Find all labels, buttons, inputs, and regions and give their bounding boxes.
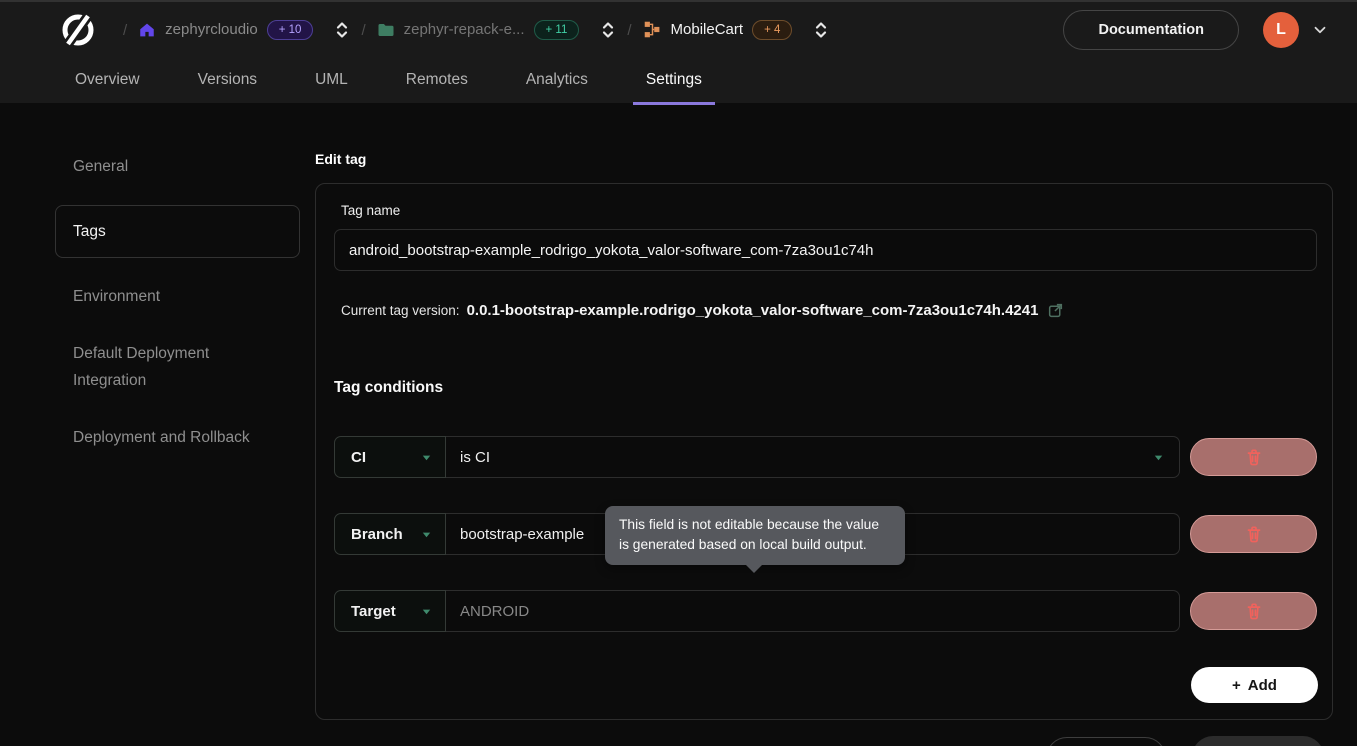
chevron-down-icon [420, 528, 433, 541]
top-bar: / zephyrcloudio + 10 / zephyr-repack-e..… [0, 2, 1357, 58]
sidebar-item-deployment-and-rollback[interactable]: Deployment and Rollback [55, 411, 300, 464]
folder-icon [377, 21, 395, 39]
condition-row: Target ANDROID [334, 590, 1317, 632]
app-tabs: Overview Versions UML Remotes Analytics … [0, 58, 1357, 105]
org-selector-chevrons-icon[interactable] [334, 20, 350, 40]
delete-condition-button[interactable] [1190, 515, 1317, 553]
trash-icon [1244, 524, 1264, 544]
tab-settings[interactable]: Settings [633, 58, 715, 105]
org-count-badge: + 10 [267, 20, 314, 41]
chevron-down-icon [420, 605, 433, 618]
condition-value-select[interactable]: is CI [446, 436, 1180, 478]
breadcrumb-separator: / [627, 22, 631, 39]
plus-icon: + [1232, 677, 1241, 694]
sidebar-item-environment[interactable]: Environment [55, 270, 300, 323]
add-condition-button[interactable]: + Add [1191, 667, 1318, 703]
breadcrumb-project[interactable]: zephyr-repack-e... + 11 [377, 20, 617, 41]
sidebar-item-general[interactable]: General [55, 140, 300, 193]
condition-type-select[interactable]: Branch [334, 513, 446, 555]
condition-value-field-disabled: ANDROID [446, 590, 1180, 632]
sitemap-icon [643, 20, 662, 39]
breadcrumb-org[interactable]: zephyrcloudio + 10 [138, 20, 350, 41]
documentation-button[interactable]: Documentation [1063, 10, 1239, 50]
tooltip-text: This field is not editable because the v… [619, 517, 879, 552]
condition-value-text: bootstrap-example [460, 526, 584, 543]
add-button-label: Add [1248, 677, 1277, 694]
current-tag-version-line: Current tag version: 0.0.1-bootstrap-exa… [341, 302, 1064, 319]
edit-tag-heading: Edit tag [315, 151, 366, 167]
field-not-editable-tooltip: This field is not editable because the v… [605, 506, 905, 565]
application-count-badge: + 4 [752, 20, 792, 41]
condition-value-text: ANDROID [460, 603, 529, 620]
trash-icon [1244, 447, 1264, 467]
condition-type-label: CI [351, 449, 366, 466]
tooltip-arrow [745, 564, 763, 573]
condition-type-label: Branch [351, 526, 403, 543]
edit-tag-card: Tag name Current tag version: 0.0.1-boot… [315, 183, 1333, 720]
condition-type-label: Target [351, 603, 396, 620]
project-count-badge: + 11 [534, 20, 580, 41]
breadcrumb-separator: / [123, 22, 127, 39]
home-icon [138, 21, 156, 39]
account-chevron-down-icon[interactable] [1311, 21, 1329, 39]
tag-conditions-heading: Tag conditions [334, 379, 443, 397]
condition-type-select[interactable]: CI [334, 436, 446, 478]
settings-sidebar: General Tags Environment Default Deploym… [55, 140, 300, 468]
condition-value-text: is CI [460, 449, 490, 466]
bottom-primary-button[interactable] [1192, 736, 1324, 746]
condition-type-select[interactable]: Target [334, 590, 446, 632]
breadcrumb-separator: / [361, 22, 365, 39]
page: / zephyrcloudio + 10 / zephyr-repack-e..… [0, 0, 1357, 746]
current-tag-version-value: 0.0.1-bootstrap-example.rodrigo_yokota_v… [467, 302, 1039, 319]
tab-overview[interactable]: Overview [62, 58, 153, 105]
application-selector-chevrons-icon[interactable] [813, 20, 829, 40]
breadcrumb-application-label: MobileCart [671, 21, 744, 38]
breadcrumb-org-label: zephyrcloudio [165, 21, 258, 38]
sidebar-item-tags[interactable]: Tags [55, 205, 300, 258]
user-avatar[interactable]: L [1263, 12, 1299, 48]
current-tag-version-label: Current tag version: [341, 303, 460, 318]
chevron-down-icon [1152, 451, 1165, 464]
breadcrumb-application[interactable]: MobileCart + 4 [643, 20, 830, 41]
external-link-icon[interactable] [1047, 302, 1064, 319]
zephyr-logo-icon[interactable] [58, 10, 98, 50]
sidebar-item-default-deployment-integration[interactable]: Default Deployment Integration [55, 327, 300, 407]
tag-name-input[interactable] [334, 229, 1317, 271]
chevron-down-icon [420, 451, 433, 464]
tab-analytics[interactable]: Analytics [513, 58, 601, 105]
delete-condition-button[interactable] [1190, 438, 1317, 476]
bottom-secondary-button[interactable] [1046, 737, 1166, 746]
breadcrumb-project-label: zephyr-repack-e... [404, 21, 525, 38]
delete-condition-button[interactable] [1190, 592, 1317, 630]
tab-uml[interactable]: UML [302, 58, 361, 105]
tag-name-label: Tag name [341, 203, 400, 218]
project-selector-chevrons-icon[interactable] [600, 20, 616, 40]
app-header: / zephyrcloudio + 10 / zephyr-repack-e..… [0, 0, 1357, 103]
tab-versions[interactable]: Versions [185, 58, 270, 105]
condition-row: CI is CI [334, 436, 1317, 478]
tab-remotes[interactable]: Remotes [393, 58, 481, 105]
trash-icon [1244, 601, 1264, 621]
